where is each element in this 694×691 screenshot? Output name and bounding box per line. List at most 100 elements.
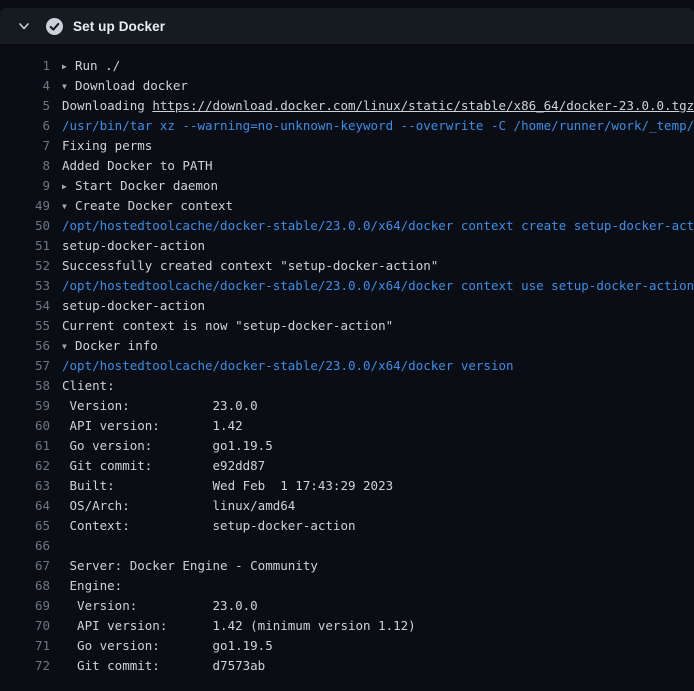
log-text: Added Docker to PATH	[62, 158, 213, 173]
log-text: OS/Arch: linux/amd64	[62, 498, 295, 513]
chevron-down-icon[interactable]	[16, 18, 32, 34]
line-text: Engine:	[62, 576, 694, 596]
line-number[interactable]: 8	[0, 156, 50, 176]
group-collapsed-icon: ▶	[62, 177, 75, 196]
line-number[interactable]: 53	[0, 276, 50, 296]
line-text: /opt/hostedtoolcache/docker-stable/23.0.…	[62, 276, 694, 296]
log-line: 69 Version: 23.0.0	[0, 596, 694, 616]
line-number[interactable]: 5	[0, 96, 50, 116]
line-number[interactable]: 49	[0, 196, 50, 216]
log-text: Download docker	[75, 78, 188, 93]
command-text: /opt/hostedtoolcache/docker-stable/23.0.…	[62, 278, 694, 293]
log-line: 64 OS/Arch: linux/amd64	[0, 496, 694, 516]
line-text: Version: 23.0.0	[62, 596, 694, 616]
log-text: API version: 1.42 (minimum version 1.12)	[62, 618, 416, 633]
log-line: 63 Built: Wed Feb 1 17:43:29 2023	[0, 476, 694, 496]
log-text: Run ./	[75, 58, 120, 73]
line-number[interactable]: 69	[0, 596, 50, 616]
group-collapsed-icon: ▶	[62, 57, 75, 76]
line-number[interactable]: 51	[0, 236, 50, 256]
line-text: Version: 23.0.0	[62, 396, 694, 416]
line-number[interactable]: 61	[0, 436, 50, 456]
line-number[interactable]: 70	[0, 616, 50, 636]
group-toggle[interactable]: ▼Download docker	[62, 76, 694, 96]
line-number[interactable]: 64	[0, 496, 50, 516]
line-number[interactable]: 66	[0, 536, 50, 556]
line-text: API version: 1.42 (minimum version 1.12)	[62, 616, 694, 636]
line-text: Successfully created context "setup-dock…	[62, 256, 694, 276]
line-number[interactable]: 58	[0, 376, 50, 396]
line-text: setup-docker-action	[62, 236, 694, 256]
log-text: Fixing perms	[62, 138, 152, 153]
log-link[interactable]: https://download.docker.com/linux/static…	[152, 98, 694, 113]
group-expanded-icon: ▼	[62, 337, 75, 356]
log-group-line: 56 ▼Docker info	[0, 336, 694, 356]
log-text: Client:	[62, 378, 115, 393]
line-number[interactable]: 60	[0, 416, 50, 436]
log-line: 68 Engine:	[0, 576, 694, 596]
line-number[interactable]: 56	[0, 336, 50, 356]
log-line: 65 Context: setup-docker-action	[0, 516, 694, 536]
log-text: Built: Wed Feb 1 17:43:29 2023	[62, 478, 393, 493]
step-title: Set up Docker	[73, 19, 165, 34]
group-toggle[interactable]: ▼Docker info	[62, 336, 694, 356]
line-number[interactable]: 9	[0, 176, 50, 196]
log-line: 52 Successfully created context "setup-do…	[0, 256, 694, 276]
line-number[interactable]: 50	[0, 216, 50, 236]
log-text: Go version: go1.19.5	[62, 438, 273, 453]
line-number[interactable]: 54	[0, 296, 50, 316]
log-group-line: 49 ▼Create Docker context	[0, 196, 694, 216]
log-line: 58 Client:	[0, 376, 694, 396]
line-number[interactable]: 6	[0, 116, 50, 136]
line-text: Go version: go1.19.5	[62, 636, 694, 656]
line-text: Git commit: d7573ab	[62, 656, 694, 676]
group-toggle[interactable]: ▶Run ./	[62, 56, 694, 76]
group-toggle[interactable]: ▶Start Docker daemon	[62, 176, 694, 196]
line-number[interactable]: 59	[0, 396, 50, 416]
line-number[interactable]: 7	[0, 136, 50, 156]
line-number[interactable]: 4	[0, 76, 50, 96]
group-expanded-icon: ▼	[62, 77, 75, 96]
line-number[interactable]: 68	[0, 576, 50, 596]
line-number[interactable]: 65	[0, 516, 50, 536]
log-text: Version: 23.0.0	[62, 398, 258, 413]
line-number[interactable]: 67	[0, 556, 50, 576]
line-text: API version: 1.42	[62, 416, 694, 436]
line-number[interactable]: 52	[0, 256, 50, 276]
line-text: Built: Wed Feb 1 17:43:29 2023	[62, 476, 694, 496]
line-text: Fixing perms	[62, 136, 694, 156]
line-number[interactable]: 71	[0, 636, 50, 656]
log-text: Successfully created context "setup-dock…	[62, 258, 438, 273]
log-text: setup-docker-action	[62, 298, 205, 313]
log-group-line: 9 ▶Start Docker daemon	[0, 176, 694, 196]
line-number[interactable]: 57	[0, 356, 50, 376]
log-line: 7 Fixing perms	[0, 136, 694, 156]
log-text: API version: 1.42	[62, 418, 243, 433]
line-number[interactable]: 55	[0, 316, 50, 336]
step-header[interactable]: Set up Docker	[0, 8, 694, 44]
log-text: Engine:	[62, 578, 122, 593]
log-line: 55 Current context is now "setup-docker-a…	[0, 316, 694, 336]
line-number[interactable]: 1	[0, 56, 50, 76]
log-text: Downloading	[62, 98, 152, 113]
line-number[interactable]: 63	[0, 476, 50, 496]
log-line: 61 Go version: go1.19.5	[0, 436, 694, 456]
log-text: Current context is now "setup-docker-act…	[62, 318, 393, 333]
line-number[interactable]: 72	[0, 656, 50, 676]
line-text: Context: setup-docker-action	[62, 516, 694, 536]
group-expanded-icon: ▼	[62, 197, 75, 216]
line-text: Current context is now "setup-docker-act…	[62, 316, 694, 336]
log-text: Server: Docker Engine - Community	[62, 558, 318, 573]
log-line: 8 Added Docker to PATH	[0, 156, 694, 176]
log-text: Version: 23.0.0	[62, 598, 258, 613]
line-text: Added Docker to PATH	[62, 156, 694, 176]
group-toggle[interactable]: ▼Create Docker context	[62, 196, 694, 216]
log-text: Git commit: d7573ab	[62, 658, 265, 673]
log-line: 62 Git commit: e92dd87	[0, 456, 694, 476]
log-line: 70 API version: 1.42 (minimum version 1.…	[0, 616, 694, 636]
log-line: 72 Git commit: d7573ab	[0, 656, 694, 676]
log-line: 71 Go version: go1.19.5	[0, 636, 694, 656]
line-text: /opt/hostedtoolcache/docker-stable/23.0.…	[62, 216, 694, 236]
line-number[interactable]: 62	[0, 456, 50, 476]
log-line: 6/usr/bin/tar xz --warning=no-unknown-ke…	[0, 116, 694, 136]
